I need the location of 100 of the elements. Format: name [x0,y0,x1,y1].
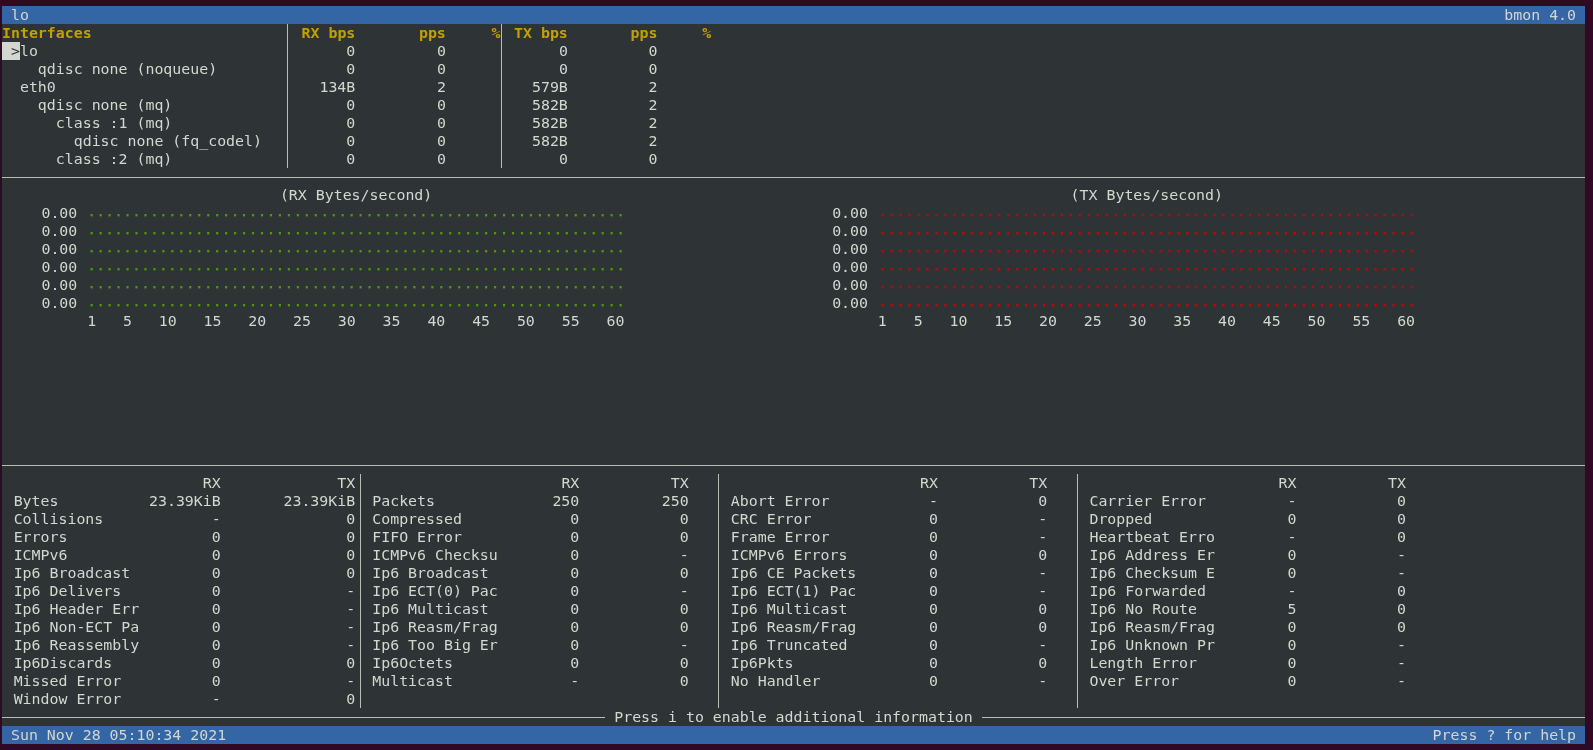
stat-label: Ip6 Reasm/Frag [730,618,858,636]
rx-value: 0 [927,528,938,546]
stat-label: Packets [372,492,436,510]
y-axis-label: 0.00 [40,294,78,312]
rx-column-header: RX [1277,474,1297,492]
tx-bps-cell-text: 0 [557,60,568,78]
stat-label: Ip6 Unknown Pr [1089,636,1216,654]
rx-value: 0 [1286,546,1297,564]
tx-value: 0 [1037,492,1048,510]
rx-value: 0 [1286,564,1297,582]
tx-value: 0 [1037,600,1048,618]
stat-label: CRC Error [730,510,813,528]
tx-column-header: TX [1028,474,1048,492]
x-axis-label: 20 [1039,312,1057,330]
rx-value: - [1286,582,1297,600]
tx-column-header: TX [669,474,689,492]
tx-pps-cell-text: 0 [647,42,658,60]
rx-value: 0 [210,654,221,672]
rx-column-header: RX [918,474,938,492]
rx-value: 0 [927,510,938,528]
tx-value: - [1037,672,1048,690]
interface-name[interactable]: class :1 (mq) [55,114,173,132]
stat-label: Frame Error [730,528,831,546]
rx-value: 0 [210,600,221,618]
rx-value: - [210,510,221,528]
rx-value: 0 [569,546,580,564]
rx-value: 0 [1286,636,1297,654]
tx-value: 0 [678,618,689,636]
y-axis-label: 0.00 [40,204,78,222]
x-axis-label: 5 [122,312,132,330]
x-axis-label: 35 [1173,312,1192,330]
tx-value: - [678,582,689,600]
stat-label: Ip6 Checksum E [1089,564,1216,582]
tx-value: - [678,636,689,654]
tx-value: 0 [1395,492,1406,510]
interface-name[interactable]: qdisc none (mq) [37,96,173,114]
rx-value: 0 [569,636,580,654]
tx-value: 0 [678,510,689,528]
stat-label: Errors [13,528,69,546]
rx-value: 0 [210,618,221,636]
stat-label: Ip6 Non-ECT Pa [13,618,141,636]
x-axis-label: 40 [1218,312,1236,330]
tx-bps-cell-text: 582B [530,96,568,114]
rx-value: 0 [927,672,938,690]
tx-value: - [1037,582,1048,600]
interface-title: lo [10,6,29,24]
tx-value: 0 [678,564,689,582]
x-axis-label: 60 [1397,312,1416,330]
stat-label: Length Error [1089,654,1198,672]
rx-pps-cell-text: 0 [435,132,446,150]
x-axis-label: 1 [877,312,887,330]
tx-value: - [1395,654,1406,672]
y-axis-label: 0.00 [831,204,868,222]
stat-label: Multicast [372,672,454,690]
stat-label: Missed Error [13,672,123,690]
column-header: pps [629,24,658,42]
rx-value: 0 [927,546,938,564]
interface-name[interactable]: class :2 (mq) [55,150,173,168]
x-axis-label: 1 [87,312,97,330]
rx-pps-cell-text: 0 [435,60,446,78]
tx-value: 0 [1395,528,1406,546]
x-axis-label: 40 [427,312,446,330]
y-axis-label: 0.00 [831,294,868,312]
rx-value: 0 [1286,510,1297,528]
stat-label: Ip6 Forwarded [1089,582,1207,600]
tx-bps-cell-text: 0 [557,150,568,168]
interface-name[interactable]: qdisc none (noqueue) [37,60,218,78]
stat-label: ICMPv6 Checksu [372,546,499,564]
tx-value: - [345,600,356,618]
tx-bps-cell-text: 579B [530,78,568,96]
stat-label: Window Error [13,690,123,708]
rx-value: 0 [569,510,580,528]
rx-value: 0 [927,618,938,636]
tx-value: 0 [1395,510,1406,528]
y-axis-label: 0.00 [40,258,78,276]
stat-label: Ip6 Truncated [730,636,849,654]
x-axis-label: 55 [1352,312,1371,330]
tx-pps-cell-text: 2 [647,96,658,114]
rx-value: - [1286,528,1297,546]
stat-label: Ip6 Reasm/Frag [372,618,499,636]
column-header: % [490,24,501,42]
tx-pps-cell-text: 0 [647,150,658,168]
tx-value: 0 [345,690,356,708]
tx-bps-cell-text: 0 [557,42,568,60]
stat-label: Ip6Pkts [730,654,795,672]
tx-pps-cell-text: 2 [647,114,658,132]
tx-value: 0 [1037,654,1048,672]
x-axis-label: 50 [1307,312,1326,330]
rx-value: 23.39KiB [148,492,221,510]
stat-label: Ip6 Multicast [730,600,849,618]
tx-value: 0 [1037,618,1048,636]
stat-label: Ip6 Reasm/Frag [1089,618,1216,636]
y-axis-label: 0.00 [40,222,78,240]
interface-name[interactable]: qdisc none (fq_codel) [73,132,262,150]
tx-value: 0 [345,510,356,528]
tx-value: 0 [678,654,689,672]
rx-value: 0 [927,636,938,654]
rx-value: 0 [569,654,580,672]
stat-label: Over Error [1089,672,1181,690]
interface-name[interactable]: eth0 [19,78,56,96]
